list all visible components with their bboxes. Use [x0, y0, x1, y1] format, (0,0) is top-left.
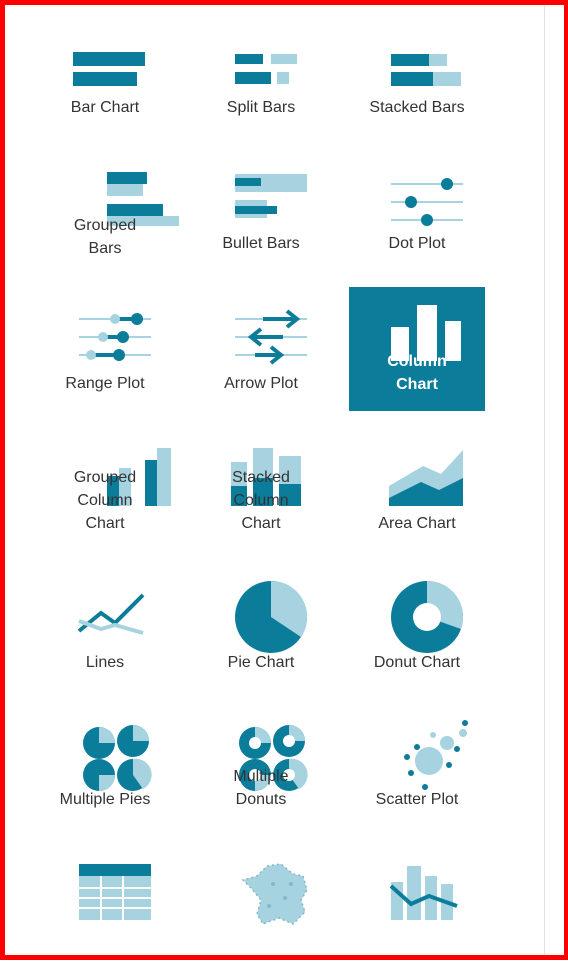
range-plot-icon	[79, 313, 151, 361]
label-line: Stacked	[232, 469, 290, 486]
panel-divider	[544, 5, 545, 955]
chart-type-map[interactable]	[193, 846, 329, 970]
chart-type-area-chart[interactable]: Area Chart	[349, 430, 485, 554]
label-line: Donuts	[235, 791, 287, 808]
chart-type-multiple-pies[interactable]: Multiple Pies	[37, 709, 173, 833]
label-line: Chart	[85, 515, 125, 532]
dot-plot-icon	[391, 178, 463, 226]
chart-type-label: Dot Plot	[388, 235, 446, 252]
chart-type-label: Multiple Donuts	[193, 765, 329, 811]
chart-type-donut-chart[interactable]: Donut Chart	[349, 569, 485, 693]
chart-type-stacked-column-chart[interactable]: Stacked Column Chart	[193, 430, 329, 554]
chart-type-split-bars[interactable]: Split Bars	[193, 32, 329, 156]
lines-icon	[77, 593, 145, 635]
chart-type-stacked-bars[interactable]: Stacked Bars	[349, 32, 485, 156]
chart-type-label: Grouped Column Chart	[37, 466, 173, 535]
multiple-pies-icon	[83, 725, 152, 791]
label-line: Grouped	[73, 469, 137, 486]
pie-chart-icon	[235, 580, 308, 653]
chart-type-label: Scatter Plot	[375, 791, 459, 808]
table-icon	[79, 864, 151, 920]
chart-type-pie-chart[interactable]: Pie Chart	[193, 569, 329, 693]
chart-type-label: Arrow Plot	[224, 375, 298, 392]
chart-type-label: Stacked Bars	[369, 99, 465, 116]
chart-type-lines[interactable]: Lines	[37, 569, 173, 693]
label-line: Column	[233, 492, 289, 509]
chart-type-scatter-plot[interactable]: Scatter Plot	[349, 709, 485, 833]
chart-type-table[interactable]	[37, 846, 173, 970]
label-line: Column	[77, 492, 133, 509]
label-line: Chart	[396, 376, 438, 393]
map-icon	[241, 863, 308, 925]
chart-type-label: Area Chart	[378, 515, 456, 532]
chart-type-label: Multiple Pies	[59, 791, 151, 808]
column-line-icon	[389, 866, 458, 920]
chart-type-range-plot[interactable]: Range Plot	[37, 287, 173, 411]
bullet-bars-icon	[235, 174, 307, 218]
label-line: Chart	[241, 515, 281, 532]
chart-type-label: Column Chart	[349, 350, 485, 396]
arrow-plot-icon	[235, 309, 307, 365]
chart-type-multiple-donuts[interactable]: Multiple Donuts	[193, 709, 329, 833]
donut-chart-icon	[391, 580, 464, 653]
label-line: Bars	[88, 240, 122, 257]
chart-type-label: Split Bars	[226, 99, 296, 116]
label-line: Multiple	[233, 768, 289, 785]
chart-type-bar-chart[interactable]: Bar Chart	[37, 32, 173, 156]
chart-type-grouped-column-chart[interactable]: Grouped Column Chart	[37, 430, 173, 554]
area-chart-icon	[389, 450, 463, 506]
chart-type-label: Donut Chart	[373, 654, 461, 671]
chart-type-label: Stacked Column Chart	[193, 466, 329, 535]
chart-type-label: Grouped Bars	[37, 214, 173, 260]
chart-type-column-line[interactable]	[349, 846, 485, 970]
chart-type-dot-plot[interactable]: Dot Plot	[349, 156, 485, 280]
chart-type-bullet-bars[interactable]: Bullet Bars	[193, 156, 329, 280]
chart-type-grouped-bars[interactable]: Grouped Bars	[37, 156, 179, 280]
chart-type-arrow-plot[interactable]: Arrow Plot	[193, 287, 329, 411]
chart-type-label: Bullet Bars	[222, 235, 300, 252]
chart-type-label: Bar Chart	[70, 99, 140, 116]
chart-type-label: Pie Chart	[227, 654, 295, 671]
label-line: Grouped	[73, 217, 137, 234]
label-line: Column	[387, 353, 447, 370]
chart-type-label: Range Plot	[65, 375, 145, 392]
chart-type-column-chart[interactable]: Column Chart	[349, 287, 485, 411]
scatter-plot-icon	[404, 720, 468, 790]
chart-type-label: Lines	[85, 654, 125, 671]
